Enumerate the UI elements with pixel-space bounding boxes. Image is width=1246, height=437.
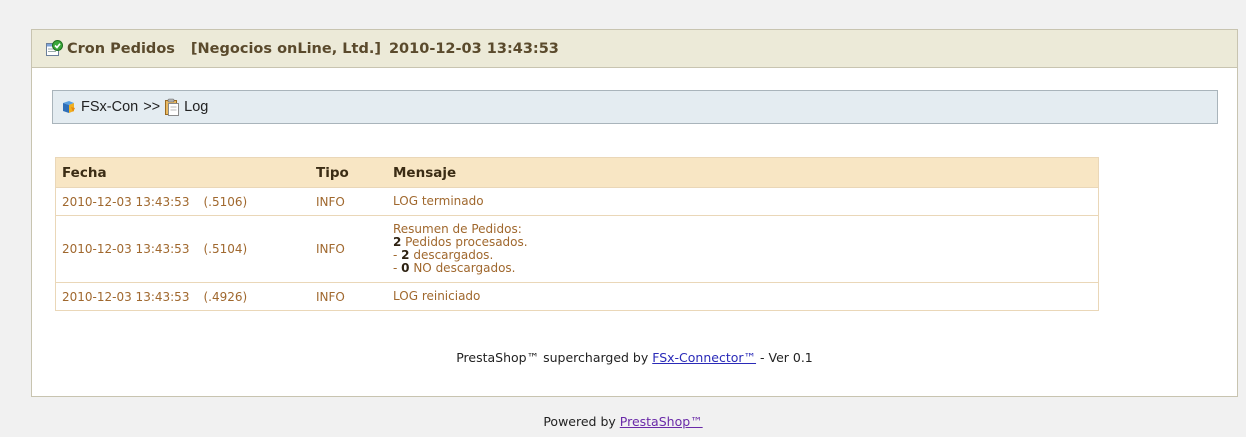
log-seq: (.5104)	[203, 242, 248, 256]
cron-panel: Cron Pedidos [Negocios onLine, Ltd.] 201…	[31, 29, 1238, 397]
column-header-mensaje: Mensaje	[387, 157, 1099, 188]
log-message: LOG reiniciado	[387, 282, 1099, 311]
message-text: Pedidos procesados.	[401, 235, 528, 249]
message-count: 2	[401, 248, 410, 262]
message-line: 2 Pedidos procesados.	[393, 236, 1098, 249]
message-text: Resumen de Pedidos:	[393, 222, 522, 236]
log-type: INFO	[310, 282, 387, 311]
footer-version: - Ver 0.1	[756, 350, 813, 365]
message-count: 0	[401, 261, 410, 275]
footer-text: Powered by	[543, 414, 620, 429]
log-date-cell: 2010-12-03 13:43:53 (.4926)	[55, 282, 310, 311]
message-text: NO descargados.	[409, 261, 516, 275]
breadcrumb-current: Log	[184, 99, 209, 115]
breadcrumb-root-link[interactable]: FSx-Con	[81, 99, 138, 115]
panel-header: Cron Pedidos [Negocios onLine, Ltd.] 201…	[32, 30, 1237, 68]
column-header-tipo: Tipo	[310, 157, 387, 188]
log-seq: (.4926)	[203, 289, 248, 304]
company-name: [Negocios onLine, Ltd.]	[190, 40, 381, 57]
table-row: 2010-12-03 13:43:53 (.5104) INFO Resumen …	[55, 215, 1099, 283]
message-text: descargados.	[409, 248, 494, 262]
fsx-connector-link[interactable]: FSx-Connector™	[652, 350, 756, 365]
table-row: 2010-12-03 13:43:53 (.5106) INFO LOG term…	[55, 187, 1099, 216]
log-date: 2010-12-03 13:43:53	[62, 194, 190, 209]
cron-task-icon	[46, 40, 63, 57]
clipboard-icon	[164, 98, 180, 116]
connector-footer: PrestaShop™ supercharged by FSx-Connecto…	[32, 350, 1237, 365]
page-title: Cron Pedidos	[67, 40, 175, 57]
breadcrumb: FSx-Con >> Log	[52, 90, 1218, 124]
message-text: -	[393, 261, 402, 275]
fsx-connector-icon	[61, 99, 77, 115]
footer-text: PrestaShop™ supercharged by	[456, 350, 653, 365]
log-date: 2010-12-03 13:43:53	[62, 242, 190, 256]
column-header-fecha: Fecha	[55, 157, 310, 188]
message-line: - 0 NO descargados.	[393, 262, 1098, 275]
message-text: -	[393, 248, 402, 262]
prestashop-link[interactable]: PrestaShop™	[620, 414, 703, 429]
header-datetime: 2010-12-03 13:43:53	[388, 40, 559, 57]
log-date: 2010-12-03 13:43:53	[62, 289, 190, 304]
log-message: Resumen de Pedidos: 2 Pedidos procesados…	[387, 215, 1099, 283]
breadcrumb-separator: >>	[143, 99, 161, 115]
table-header-row: Fecha Tipo Mensaje	[55, 157, 1099, 188]
log-type: INFO	[310, 215, 387, 283]
table-row: 2010-12-03 13:43:53 (.4926) INFO LOG rein…	[55, 282, 1099, 311]
log-type: INFO	[310, 187, 387, 216]
powered-by-footer: Powered by PrestaShop™	[0, 414, 1246, 429]
log-table: Fecha Tipo Mensaje 2010-12-03 13:43:53 (.…	[55, 157, 1099, 311]
log-date-cell: 2010-12-03 13:43:53 (.5104)	[55, 215, 310, 283]
log-seq: (.5106)	[203, 194, 248, 209]
log-message: LOG terminado	[387, 187, 1099, 216]
log-date-cell: 2010-12-03 13:43:53 (.5106)	[55, 187, 310, 216]
